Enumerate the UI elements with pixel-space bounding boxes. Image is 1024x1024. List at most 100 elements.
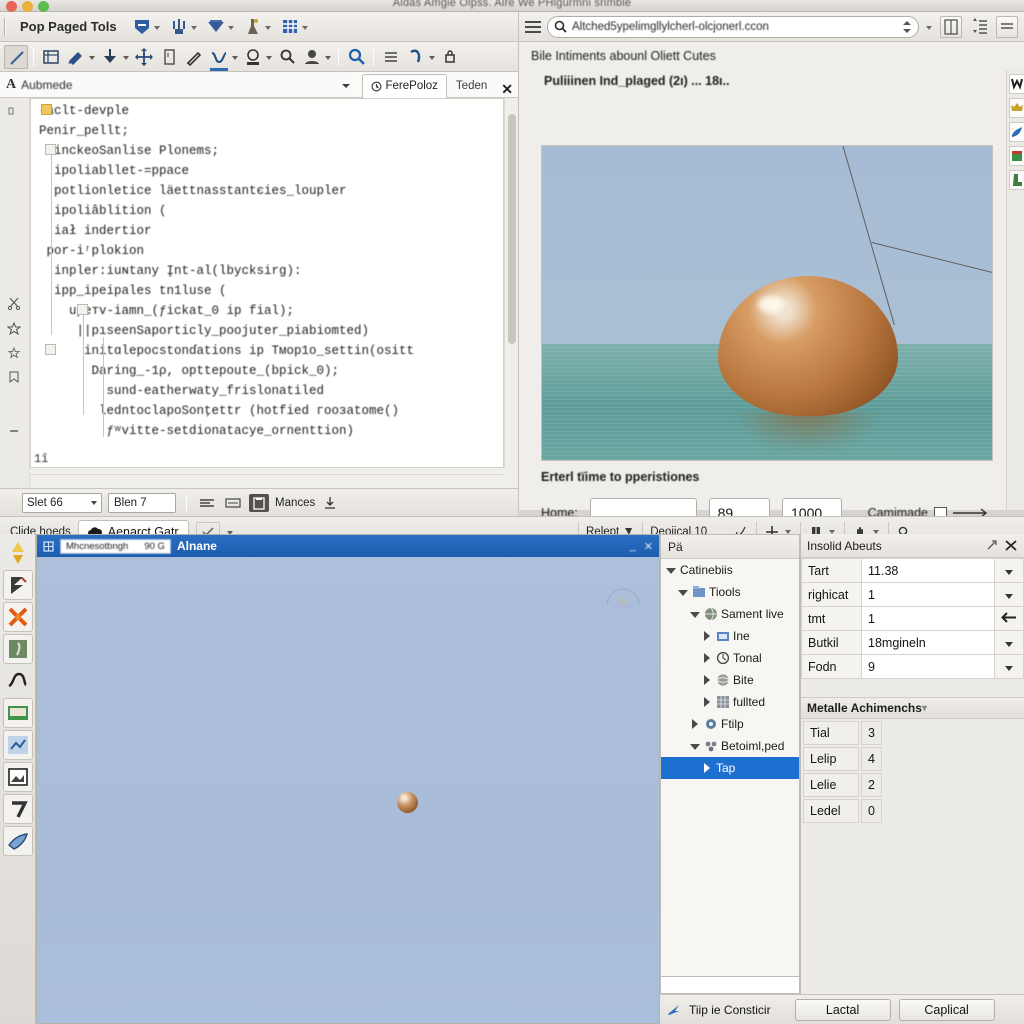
face-icon[interactable] xyxy=(300,45,324,69)
chevron-down-icon[interactable] xyxy=(339,72,353,98)
property-value[interactable]: 1 xyxy=(861,582,995,607)
reader-mode-button[interactable] xyxy=(940,15,962,38)
tree-node-selected[interactable]: Tap xyxy=(661,757,799,779)
pencil-icon[interactable] xyxy=(4,44,28,69)
metric-value[interactable]: 2 xyxy=(861,773,882,797)
tree-footer-field[interactable] xyxy=(660,976,800,994)
close-icon[interactable]: ✕ xyxy=(496,81,518,98)
chevron-down-icon[interactable] xyxy=(227,16,236,38)
bookmark-icon[interactable] xyxy=(7,370,23,386)
boot-icon[interactable] xyxy=(1009,170,1024,190)
property-value[interactable]: 18mgineln xyxy=(861,630,995,655)
chevron-right-icon[interactable] xyxy=(701,696,713,708)
chevron-down-icon[interactable] xyxy=(232,45,240,69)
viewport-menu-icon[interactable] xyxy=(43,540,54,552)
menu-icon[interactable] xyxy=(525,20,541,33)
close-icon[interactable]: ✕ xyxy=(644,540,653,553)
stamp-icon[interactable] xyxy=(241,45,265,69)
chevron-down-icon[interactable] xyxy=(301,16,310,38)
screen-icon[interactable] xyxy=(2,698,33,728)
graph-icon[interactable] xyxy=(2,730,33,760)
minimize-icon[interactable]: _ xyxy=(630,540,636,553)
align-icon[interactable] xyxy=(197,494,217,512)
editor-tab-inactive[interactable]: Teden xyxy=(447,74,496,98)
tree-node[interactable]: Tiools xyxy=(661,581,799,603)
editor-vertical-scrollbar[interactable] xyxy=(504,98,518,468)
chevron-down-icon[interactable] xyxy=(153,16,162,38)
fork-icon[interactable] xyxy=(168,16,190,38)
fold-toggle[interactable] xyxy=(45,144,56,155)
viewport-canvas[interactable] xyxy=(37,557,659,1023)
shield-icon[interactable] xyxy=(131,16,153,38)
path-text[interactable]: Aubmede xyxy=(21,78,338,92)
download-icon[interactable] xyxy=(321,494,341,512)
scissors-icon[interactable] xyxy=(7,296,23,312)
code-text-area[interactable]: -aclt-devple Penir_pellt; inckeoSanlise … xyxy=(30,98,504,468)
gift-icon[interactable] xyxy=(1009,146,1024,166)
metric-value[interactable]: 4 xyxy=(861,747,882,771)
statue-icon[interactable] xyxy=(2,634,33,664)
editor-horizontal-scrollbar[interactable] xyxy=(30,474,504,488)
tree-node[interactable]: Ftilp xyxy=(661,713,799,735)
chevron-right-icon[interactable] xyxy=(701,652,713,664)
pin-icon[interactable] xyxy=(985,539,998,552)
nav-gizmo-icon[interactable] xyxy=(604,581,642,613)
scrollbar-thumb[interactable] xyxy=(508,114,516,344)
anchor-icon[interactable] xyxy=(98,45,122,69)
scissors-icon[interactable] xyxy=(2,602,33,632)
lactal-button[interactable]: Lactal xyxy=(794,998,891,1021)
viewport-sphere-object[interactable] xyxy=(397,792,418,813)
image-icon[interactable] xyxy=(2,762,33,792)
bird-icon[interactable] xyxy=(1009,122,1024,142)
move-icon[interactable] xyxy=(132,45,156,69)
tree-node[interactable]: Catinebiis xyxy=(661,559,799,581)
pen-icon[interactable] xyxy=(182,45,206,69)
chevron-right-icon[interactable] xyxy=(701,762,713,774)
keyboard-icon[interactable] xyxy=(223,494,243,512)
chevron-down-icon[interactable] xyxy=(266,45,274,69)
chevron-right-icon[interactable] xyxy=(689,718,701,730)
property-row[interactable]: Fodn 9 xyxy=(801,654,1024,679)
crown-icon[interactable] xyxy=(1009,98,1024,118)
property-value[interactable]: 11.38 xyxy=(861,558,995,583)
chevron-right-icon[interactable] xyxy=(701,630,713,642)
metric-value[interactable]: 3 xyxy=(861,721,882,745)
tree-node[interactable]: fullted xyxy=(661,691,799,713)
property-value[interactable]: 1 xyxy=(861,606,995,631)
property-row[interactable]: righicat 1 xyxy=(801,582,1024,607)
fold-toggle[interactable] xyxy=(77,304,88,315)
grid-icon[interactable] xyxy=(279,16,301,38)
chevron-down-icon[interactable] xyxy=(689,608,701,620)
brush-icon[interactable] xyxy=(64,45,88,69)
caplical-button[interactable]: Caplical xyxy=(898,998,995,1021)
tree-node[interactable]: Sament live xyxy=(661,603,799,625)
toolbar-grip[interactable] xyxy=(4,17,6,36)
property-value[interactable]: 9 xyxy=(861,654,995,679)
fold-toggle[interactable] xyxy=(45,344,56,355)
chevron-down-icon[interactable] xyxy=(689,740,701,752)
sidebar-toggle-button[interactable] xyxy=(996,15,1018,38)
viewport-window-buttons[interactable]: _ ✕ xyxy=(630,540,653,553)
url-text[interactable]: Altched5ypelimgllylcherl-olcjonerl.ccon xyxy=(572,21,898,33)
star-outline-icon[interactable] xyxy=(7,346,23,362)
chevron-down-icon[interactable] xyxy=(264,16,273,38)
book-icon[interactable] xyxy=(157,45,181,69)
metric-value[interactable]: 0 xyxy=(861,799,882,823)
clipboard-icon[interactable] xyxy=(249,493,269,512)
slot-select[interactable]: Slet 66 xyxy=(22,492,102,513)
chevron-down-icon[interactable] xyxy=(429,45,437,69)
blend-field[interactable]: Blen 7 xyxy=(108,492,176,513)
editor-tab-active[interactable]: FerePoloz xyxy=(361,73,447,98)
curve-icon[interactable] xyxy=(207,45,231,71)
metric-row[interactable]: Lelie 2 xyxy=(803,773,882,797)
metric-row[interactable]: Tial 3 xyxy=(803,721,882,745)
tree-node[interactable]: Bite xyxy=(661,669,799,691)
tree-node[interactable]: Ine xyxy=(661,625,799,647)
chevron-down-icon[interactable] xyxy=(325,45,333,69)
footer-link-label[interactable]: Tiip ie Consticir xyxy=(689,1003,771,1017)
sort-list-button[interactable] xyxy=(968,16,990,38)
star-icon[interactable] xyxy=(6,321,23,338)
chevron-down-icon[interactable] xyxy=(994,654,1024,679)
chevron-down-icon[interactable] xyxy=(994,582,1024,607)
zoom-out-icon[interactable] xyxy=(275,45,299,69)
